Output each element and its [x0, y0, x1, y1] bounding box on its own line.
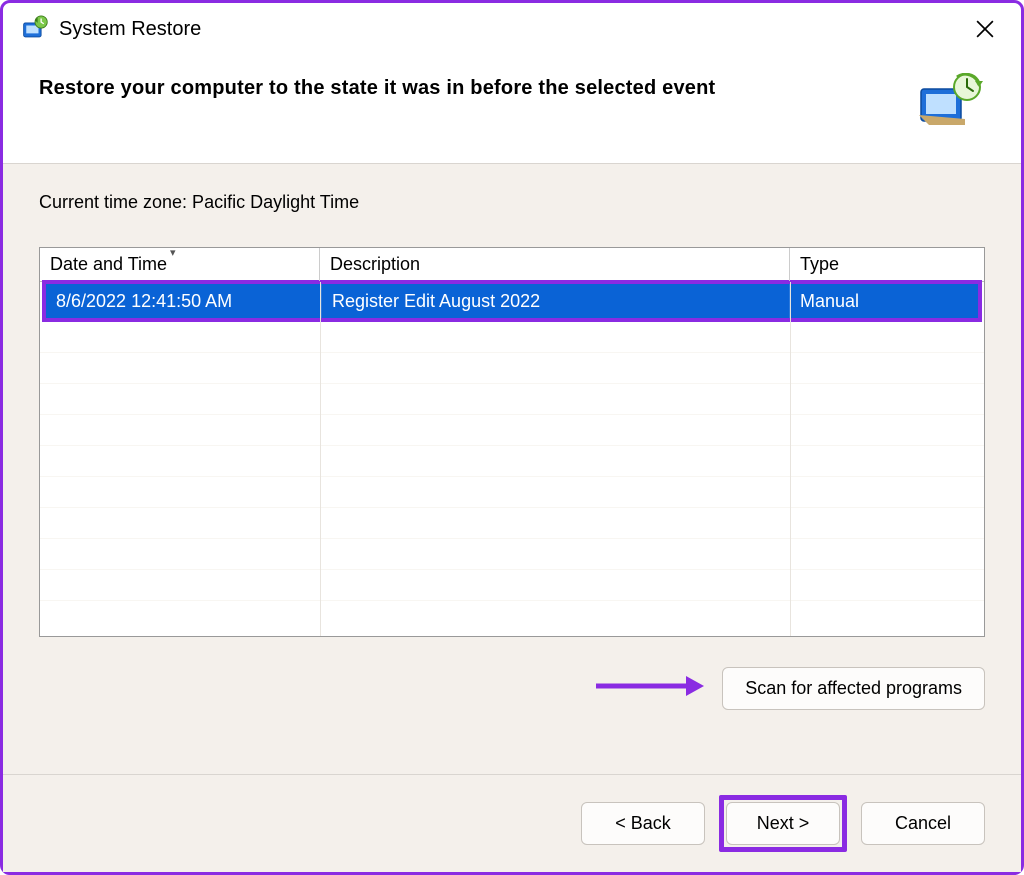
table-header: Date and Time ▾ Description Type	[40, 248, 984, 282]
page-heading: Restore your computer to the state it wa…	[39, 73, 715, 100]
system-restore-icon	[21, 15, 49, 43]
close-button[interactable]	[965, 9, 1005, 49]
scan-row: Scan for affected programs	[39, 667, 985, 710]
cell-date: 8/6/2022 12:41:50 AM	[46, 284, 322, 318]
next-button[interactable]: Next >	[726, 802, 840, 845]
annotation-highlight-next: Next >	[719, 795, 847, 852]
system-restore-window: System Restore Restore your computer to …	[0, 0, 1024, 875]
system-restore-large-icon	[917, 73, 985, 129]
annotation-arrow-icon	[594, 674, 704, 703]
header-area: Restore your computer to the state it wa…	[3, 55, 1021, 163]
cancel-button[interactable]: Cancel	[861, 802, 985, 845]
table-row[interactable]: 8/6/2022 12:41:50 AM Register Edit Augus…	[46, 284, 978, 318]
cell-type: Manual	[790, 284, 978, 318]
window-title: System Restore	[59, 18, 965, 41]
column-header-description[interactable]: Description	[320, 248, 790, 281]
column-header-date[interactable]: Date and Time ▾	[40, 248, 320, 281]
restore-points-table: Date and Time ▾ Description Type 8/6/202…	[39, 247, 985, 637]
timezone-label: Current time zone: Pacific Daylight Time	[39, 192, 985, 213]
content-area: Current time zone: Pacific Daylight Time…	[3, 164, 1021, 774]
scan-affected-programs-button[interactable]: Scan for affected programs	[722, 667, 985, 710]
back-button[interactable]: < Back	[581, 802, 705, 845]
cell-description: Register Edit August 2022	[322, 284, 790, 318]
close-icon	[976, 20, 994, 38]
column-header-type[interactable]: Type	[790, 248, 984, 281]
sort-indicator-icon: ▾	[170, 246, 176, 259]
footer-buttons: < Back Next > Cancel	[3, 774, 1021, 872]
annotation-highlight-row: 8/6/2022 12:41:50 AM Register Edit Augus…	[42, 280, 982, 322]
titlebar: System Restore	[3, 3, 1021, 55]
table-empty-area	[40, 322, 984, 626]
